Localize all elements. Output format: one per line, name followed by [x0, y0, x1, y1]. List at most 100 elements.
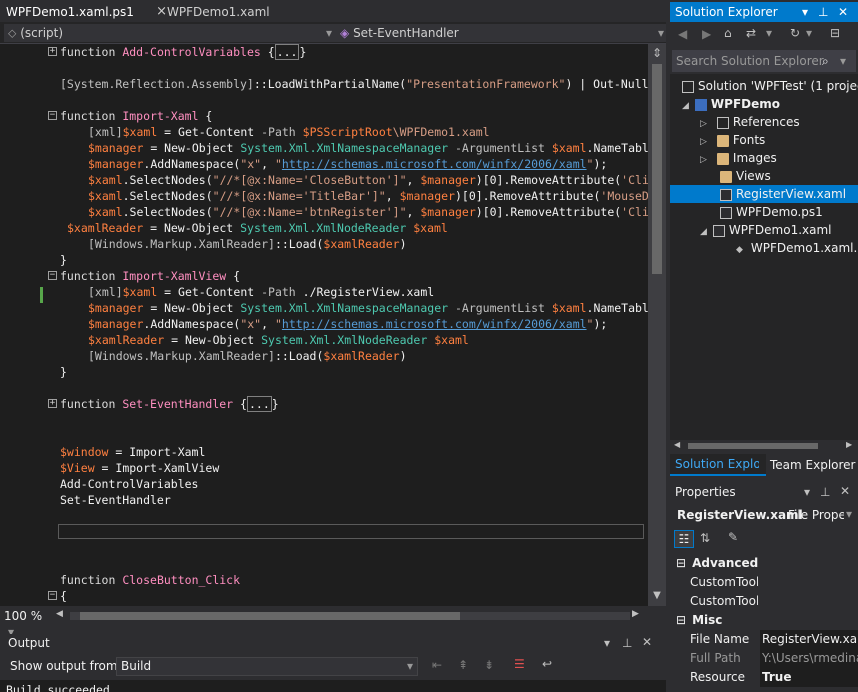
code-line: function Import-Xaml { [60, 109, 213, 123]
close-icon[interactable]: ✕ [840, 484, 850, 498]
property-row[interactable]: Resource True [670, 668, 858, 687]
url-link[interactable]: http://schemas.microsoft.com/winfx/2006/… [282, 157, 587, 171]
tree-item-views[interactable]: Views [720, 167, 771, 185]
forward-icon[interactable]: ▶ [702, 27, 711, 41]
pin-icon[interactable]: ⊥ [820, 485, 830, 499]
scroll-right-icon[interactable]: ▶ [632, 609, 642, 623]
tab-wpfdemo1-xaml-ps1[interactable]: WPFDemo1.xaml.ps1 × [0, 2, 173, 24]
sync-icon[interactable]: ⇄ [746, 26, 756, 40]
zoom-dropdown[interactable]: 100 % ▾ [4, 608, 52, 639]
tree-item-solution[interactable]: Solution 'WPFTest' (1 project) [682, 77, 858, 95]
tree-item-fonts[interactable]: ▷ Fonts [700, 131, 765, 149]
dropdown-icon[interactable]: ▾ [804, 485, 810, 499]
scroll-thumb[interactable] [652, 64, 662, 274]
chevron-down-icon: ▾ [657, 26, 664, 40]
tree-item-wpfdemo1-xaml-ps1[interactable]: ◆ WPFDemo1.xaml.ps1 [736, 239, 858, 257]
close-icon[interactable]: ✕ [642, 635, 652, 649]
chevron-down-icon[interactable]: ▾ [766, 26, 772, 40]
xaml-file-icon [712, 224, 725, 237]
tree-horizontal-scrollbar[interactable]: ◀ ▶ [670, 440, 858, 452]
code-line: $manager.AddNamespace("x", "http://schem… [88, 157, 608, 171]
fold-toggle[interactable]: − [48, 591, 57, 600]
collapse-icon: ⊟ [676, 556, 687, 570]
property-row[interactable]: CustomToolNamespace [670, 592, 858, 611]
category-advanced[interactable]: ⊟ Advanced [670, 554, 858, 573]
property-name: Full Path [690, 651, 741, 665]
category-misc[interactable]: ⊟ Misc [670, 611, 858, 630]
tree-item-references[interactable]: ▷ References [700, 113, 800, 131]
property-pages-icon[interactable]: ✎ [728, 530, 738, 544]
collapsed-block[interactable]: ... [274, 44, 300, 60]
expanded-arrow-icon[interactable]: ◢ [682, 101, 689, 111]
tab-wpfdemo1-xaml[interactable]: WPFDemo1.xaml [161, 2, 293, 22]
property-row[interactable]: Full Path Y:\Users\rmedina\ [670, 649, 858, 668]
next-message-icon[interactable]: ⇟ [484, 658, 494, 672]
code-file-icon: ◆ [736, 245, 743, 255]
history-icon[interactable]: ↻ [790, 26, 800, 40]
chevron-down-icon[interactable]: ▾ [806, 26, 812, 40]
collapsed-arrow-icon[interactable]: ▷ [700, 119, 707, 129]
chevron-down-icon: ▾ [406, 659, 413, 673]
document-tab-bar: WPFDemo1.xaml.ps1 × WPFDemo1.xaml [0, 0, 666, 24]
scope-dropdown[interactable]: ⬦ (script) ▾ [4, 24, 336, 42]
alphabetical-icon[interactable]: ⇅ [700, 531, 710, 545]
scroll-down-icon[interactable]: ▼ [648, 590, 666, 604]
expanded-arrow-icon[interactable]: ◢ [700, 227, 707, 237]
folder-icon [720, 170, 732, 183]
fold-toggle[interactable]: − [48, 111, 57, 120]
zoom-value: 100 % [4, 609, 43, 623]
fold-toggle[interactable]: − [48, 271, 57, 280]
split-icon[interactable]: ⇕ [648, 44, 666, 62]
code-editor[interactable]: + function Add-ControlVariables {...} [S… [0, 44, 648, 606]
tree-item-wpfdemo1-xaml[interactable]: ◢ WPFDemo1.xaml [700, 221, 832, 239]
solution-search-input[interactable]: Search Solution Explorer (Ctrl+;) ⌕ ▾ [672, 50, 856, 72]
output-text-area[interactable]: Build succeeded [0, 680, 666, 692]
collapsed-block[interactable]: ... [246, 396, 272, 412]
dropdown-icon[interactable]: ▾ [604, 636, 610, 650]
tree-item-label: WPFDemo1.xaml [728, 223, 832, 237]
dropdown-icon[interactable]: ▾ [802, 2, 808, 22]
editor-horizontal-scrollbar[interactable] [70, 612, 630, 620]
output-source-dropdown[interactable]: Build ▾ [116, 657, 418, 676]
pin-icon[interactable]: ⊥ [622, 636, 632, 650]
word-wrap-icon[interactable]: ↩ [542, 657, 552, 671]
tab-team-explorer[interactable]: Team Explorer [770, 454, 858, 476]
property-value[interactable]: True [760, 668, 858, 687]
fold-toggle[interactable]: + [48, 47, 57, 56]
solution-explorer-toolbar: ◀ ▶ ⌂ ⇄ ▾ ↻ ▾ ⊟ [670, 22, 858, 50]
scroll-left-icon[interactable]: ◀ [56, 609, 66, 623]
property-row[interactable]: CustomTool [670, 573, 858, 592]
tree-item-wpfdemo-ps1[interactable]: WPFDemo.ps1 [720, 203, 823, 221]
scroll-right-icon[interactable]: ▶ [846, 440, 852, 449]
back-icon[interactable]: ◀ [678, 27, 687, 41]
property-row[interactable]: File Name RegisterView.xaml [670, 630, 858, 649]
clear-all-icon[interactable]: ☰ [514, 657, 525, 671]
categorized-icon[interactable]: ☷ [674, 530, 694, 548]
collapsed-arrow-icon[interactable]: ▷ [700, 137, 707, 147]
fold-toggle[interactable]: + [48, 399, 57, 408]
tree-item-images[interactable]: ▷ Images [700, 149, 777, 167]
property-value[interactable]: Y:\Users\rmedina\ [760, 649, 858, 668]
chevron-down-icon[interactable]: ▾ [840, 50, 846, 72]
close-icon[interactable]: ✕ [838, 2, 848, 22]
property-object-selector[interactable]: RegisterView.xaml File Properties ▾ [670, 504, 858, 526]
scroll-thumb[interactable] [688, 443, 818, 449]
collapsed-arrow-icon[interactable]: ▷ [700, 155, 707, 165]
tree-item-project[interactable]: ◢ WPFDemo [682, 95, 780, 113]
url-link[interactable]: http://schemas.microsoft.com/winfx/2006/… [282, 317, 587, 331]
property-value[interactable]: RegisterView.xaml [760, 630, 858, 649]
find-message-icon[interactable]: ⇤ [432, 658, 442, 672]
tab-solution-explorer[interactable]: Solution Explorer [670, 454, 766, 476]
scroll-thumb[interactable] [80, 612, 460, 620]
scroll-left-icon[interactable]: ◀ [674, 440, 680, 449]
prev-message-icon[interactable]: ⇞ [458, 658, 468, 672]
search-icon[interactable]: ⌕ [822, 50, 829, 72]
pin-icon[interactable]: ⊥ [818, 2, 828, 22]
member-dropdown[interactable]: ◈ Set-EventHandler ▾ [336, 24, 668, 42]
output-panel-header: Output ▾ ⊥ ✕ [0, 634, 666, 654]
home-icon[interactable]: ⌂ [724, 26, 732, 40]
properties-header: Properties ▾ ⊥ ✕ [670, 482, 858, 504]
collapse-all-icon[interactable]: ⊟ [830, 26, 840, 40]
editor-vertical-scrollbar[interactable]: ⇕ ▼ [648, 44, 666, 606]
tree-item-registerview[interactable]: RegisterView.xaml [670, 185, 858, 203]
